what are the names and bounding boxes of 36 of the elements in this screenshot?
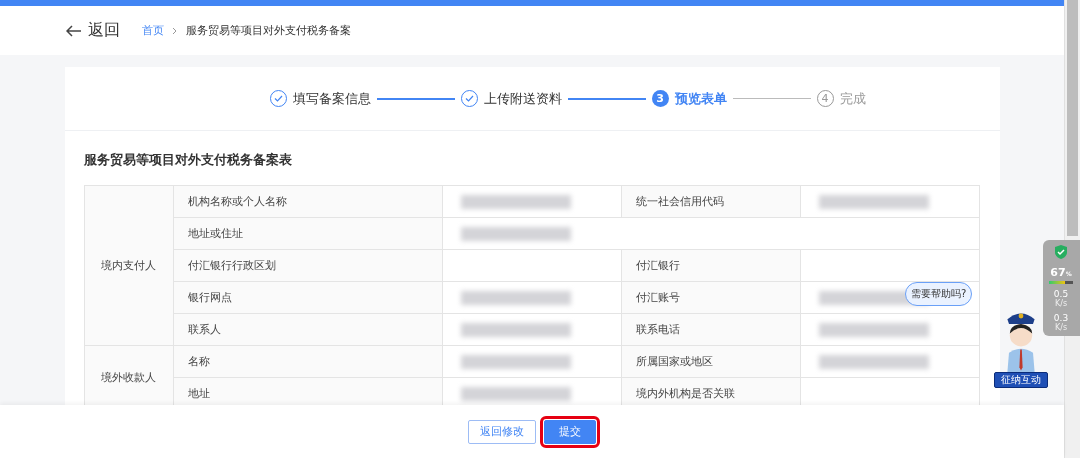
upload-speed: 0.5	[1053, 289, 1069, 299]
download-speed: 0.3	[1053, 313, 1069, 323]
field-label: 机构名称或个人名称	[187, 195, 287, 208]
breadcrumb-current: 服务贸易等项目对外支付税务备案	[186, 23, 351, 38]
speed-unit: K/s	[1054, 323, 1068, 332]
speed-unit: K/s	[1054, 299, 1068, 308]
field-label: 联系人	[187, 323, 221, 336]
group-label: 境外收款人	[101, 371, 157, 384]
breadcrumb-link[interactable]: 首页	[142, 23, 164, 38]
step-label: 上传附送资料	[483, 89, 562, 108]
back-edit-button[interactable]: 返回修改	[468, 419, 536, 444]
field-label: 所属国家或地区	[636, 355, 714, 368]
step-label: 完成	[839, 89, 866, 108]
field-label: 地址	[187, 387, 210, 400]
shield-icon	[1054, 244, 1068, 260]
mascot-banner[interactable]: 征纳互动	[994, 372, 1048, 388]
form-title: 服务贸易等项目对外支付税务备案表	[83, 151, 293, 169]
usage-meter	[1049, 281, 1073, 284]
field-label: 地址或住址	[187, 227, 243, 240]
group-label: 境内支付人	[101, 259, 157, 272]
chevron-icon	[172, 26, 178, 35]
help-bubble[interactable]: 需要帮助吗?	[905, 282, 973, 306]
field-label: 付汇账号	[636, 291, 681, 304]
field-label: 名称	[187, 355, 210, 368]
back-arrow-icon	[66, 24, 82, 37]
field-label: 联系电话	[636, 323, 681, 336]
scrollbar-thumb[interactable]	[1067, 0, 1078, 236]
step-number: 3	[651, 90, 669, 107]
step-label: 预览表单	[674, 89, 727, 108]
field-label: 付汇银行	[636, 259, 681, 272]
back-link[interactable]: 返回	[66, 20, 120, 41]
field-label: 境内外机构是否关联	[636, 387, 736, 400]
field-label: 银行网点	[187, 291, 232, 304]
step-label: 填写备案信息	[292, 89, 371, 108]
field-label: 统一社会信用代码	[636, 195, 725, 208]
field-label: 付汇银行行政区划	[187, 259, 276, 272]
